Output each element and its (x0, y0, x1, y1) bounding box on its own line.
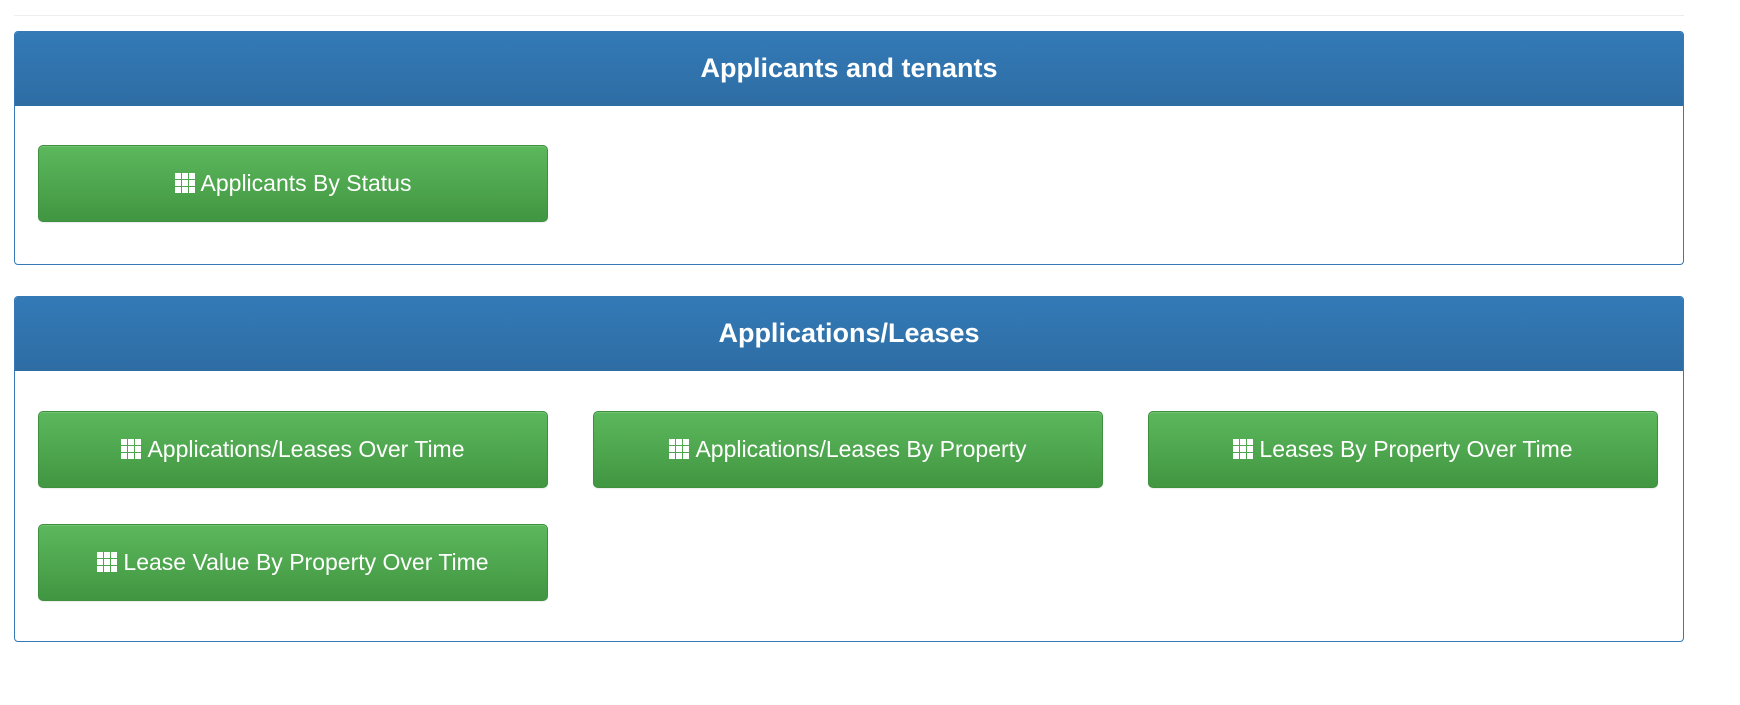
lease-value-by-property-over-time-button[interactable]: Lease Value By Property Over Time (38, 524, 548, 601)
panel-applicants-and-tenants: Applicants and tenants Applicants By Sta… (14, 31, 1684, 265)
panel-heading: Applicants and tenants (15, 32, 1683, 106)
panel-applications-leases: Applications/Leases Applications/Leases … (14, 296, 1684, 642)
grid-icon (121, 438, 142, 459)
panel-heading: Applications/Leases (15, 297, 1683, 371)
button-label: Applicants By Status (200, 170, 412, 196)
applications-leases-by-property-button[interactable]: Applications/Leases By Property (593, 411, 1103, 488)
grid-icon (1233, 438, 1254, 459)
button-label: Applications/Leases Over Time (147, 436, 465, 462)
panel-body: Applicants By Status (15, 106, 1683, 264)
applications-leases-over-time-button[interactable]: Applications/Leases Over Time (38, 411, 548, 488)
panel-body: Applications/Leases Over Time Applicatio… (15, 371, 1683, 641)
grid-icon (669, 438, 690, 459)
reports-page: Applicants and tenants Applicants By Sta… (0, 0, 1740, 705)
divider (14, 15, 1684, 16)
panel-title: Applications/Leases (718, 318, 980, 348)
panel-title: Applicants and tenants (700, 53, 998, 83)
grid-icon (97, 551, 118, 572)
button-label: Leases By Property Over Time (1259, 436, 1573, 462)
grid-icon (174, 172, 195, 193)
leases-by-property-over-time-button[interactable]: Leases By Property Over Time (1148, 411, 1658, 488)
button-label: Applications/Leases By Property (695, 436, 1027, 462)
applicants-by-status-button[interactable]: Applicants By Status (38, 145, 548, 222)
button-label: Lease Value By Property Over Time (123, 549, 489, 575)
